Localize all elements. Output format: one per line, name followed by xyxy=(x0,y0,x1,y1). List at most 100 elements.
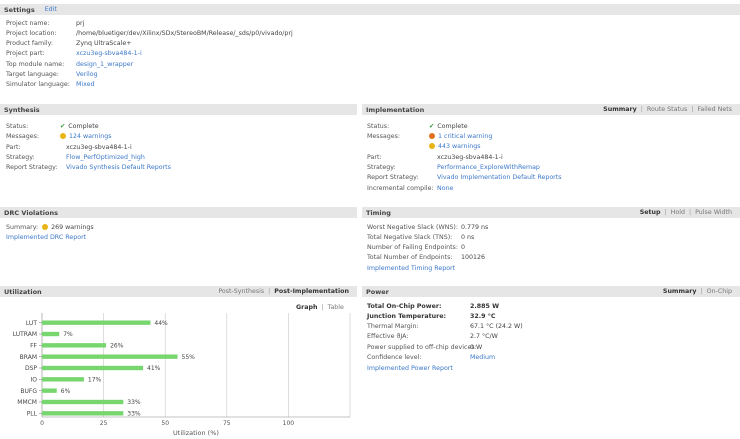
synthesis-status-label: Status: xyxy=(6,122,29,130)
timing-title: Timing xyxy=(366,208,391,217)
settings-row-1-value: /home/bluetiger/dev/Xilinx/SDx/StereoBM/… xyxy=(76,29,293,37)
settings-row-0-label: Project name: xyxy=(6,19,50,27)
power-row-0-value: 2.885 W xyxy=(470,302,500,310)
settings-row-5: Target language: Verilog xyxy=(6,70,98,80)
bar-lutram xyxy=(42,331,60,337)
power-title: Power xyxy=(366,287,389,296)
bar-io xyxy=(42,377,84,382)
tab-post-implementation[interactable]: Post-Implementation xyxy=(270,288,353,295)
timing-row-0: Worst Negative Slack (WNS): 0.779 ns xyxy=(367,222,488,232)
power-row-0-label: Total On-Chip Power: xyxy=(367,302,442,310)
bar-value-label: 17% xyxy=(88,377,102,384)
timing-row-2: Number of Failing Endpoints: 0 xyxy=(367,243,465,253)
power-report-row: Implemented Power Report xyxy=(367,363,453,373)
settings-row-0-value: prj xyxy=(76,19,85,27)
tab-power-summary[interactable]: Summary xyxy=(659,288,701,295)
impl-report-link[interactable]: Vivado Implementation Default Reports xyxy=(437,174,562,181)
settings-row-1-label: Project location: xyxy=(6,29,57,37)
power-report-link[interactable]: Implemented Power Report xyxy=(367,365,453,372)
power-row-4-value: 0 W xyxy=(470,343,483,351)
timing-row-3-value: 100126 xyxy=(461,254,486,262)
bar-value-label: 6% xyxy=(61,388,71,395)
synthesis-messages-label: Messages: xyxy=(6,132,40,140)
bar-value-label: 7% xyxy=(63,331,73,338)
drc-report-row: Implemented DRC Report xyxy=(6,232,86,242)
bar-pll xyxy=(42,411,124,416)
bar-value-label: 55% xyxy=(182,354,196,361)
settings-header: Settings Edit xyxy=(0,4,740,15)
synthesis-part-row: Part: xczu3eg-sbva484-1-i xyxy=(6,142,132,152)
settings-row-6-value[interactable]: Mixed xyxy=(76,81,95,88)
synthesis-title: Synthesis xyxy=(4,105,40,114)
settings-row-5-value[interactable]: Verilog xyxy=(76,71,98,78)
power-row-1: Junction Temperature: 32.9 °C xyxy=(367,311,496,321)
synthesis-report-label: Report Strategy: xyxy=(6,163,58,171)
drc-summary-label: Summary: xyxy=(6,223,39,231)
bar-value-label: 26% xyxy=(110,343,124,350)
settings-row-3-value[interactable]: xczu3eg-sbva484-1-i xyxy=(76,50,142,57)
bar-value-label: 41% xyxy=(147,365,161,372)
y-tick-label: IO xyxy=(31,377,38,384)
impl-strategy-link[interactable]: Performance_ExploreWithRemap xyxy=(437,164,540,171)
power-row-0: Total On-Chip Power: 2.885 W xyxy=(367,301,499,311)
synthesis-strategy-label: Strategy: xyxy=(6,153,35,161)
drc-header: DRC Violations xyxy=(0,207,357,218)
settings-row-6-label: Simulator language: xyxy=(6,81,70,89)
bar-dsp xyxy=(42,365,144,371)
synthesis-report-row: Report Strategy: Vivado Synthesis Defaul… xyxy=(6,162,171,172)
impl-strategy-label: Strategy: xyxy=(367,163,396,171)
synthesis-part: xczu3eg-sbva484-1-i xyxy=(66,143,132,151)
timing-row-1: Total Negative Slack (TNS): 0 ns xyxy=(367,232,474,242)
utilization-chart: Utilization (%) 0 25 50 75 100 LUT 44% LUTRAM 7%… xyxy=(13,313,351,437)
impl-part: xczu3eg-sbva484-1-i xyxy=(437,153,503,161)
x-tick-label: 25 xyxy=(100,420,108,427)
synthesis-strategy-link[interactable]: Flow_PerfOptimized_high xyxy=(66,154,145,161)
settings-row-4-value[interactable]: design_1_wrapper xyxy=(76,61,133,68)
synthesis-report-link[interactable]: Vivado Synthesis Default Reports xyxy=(66,164,171,171)
check-icon: ✔ xyxy=(429,122,435,130)
tab-pulse-width[interactable]: Pulse Width xyxy=(691,209,736,216)
impl-report-label: Report Strategy: xyxy=(367,173,419,181)
warning-icon xyxy=(429,143,435,149)
settings-edit-link[interactable]: Edit xyxy=(45,6,57,13)
impl-warnings-link[interactable]: 443 warnings xyxy=(438,143,481,150)
power-row-2-label: Thermal Margin: xyxy=(367,323,419,331)
power-row-3-value: 2.7 °C/W xyxy=(470,333,498,341)
settings-row-2-value: Zynq UltraScale+ xyxy=(76,40,132,48)
drc-report-link[interactable]: Implemented DRC Report xyxy=(6,234,86,241)
impl-critical-link[interactable]: 1 critical warning xyxy=(438,133,492,140)
tab-hold[interactable]: Hold xyxy=(667,209,689,216)
synthesis-messages-row: Messages: 124 warnings xyxy=(6,131,112,141)
settings-row-2: Product family: Zynq UltraScale+ xyxy=(6,39,132,49)
bar-value-label: 33% xyxy=(127,411,141,418)
timing-report-link[interactable]: Implemented Timing Report xyxy=(367,265,455,272)
synthesis-messages-link[interactable]: 124 warnings xyxy=(69,133,112,140)
y-tick-label: BRAM xyxy=(20,354,37,361)
impl-incremental-link[interactable]: None xyxy=(437,185,453,192)
drc-summary-row: Summary: 269 warnings xyxy=(6,222,94,232)
y-tick-label: LUT xyxy=(26,320,37,327)
power-row-5-value[interactable]: Medium xyxy=(470,354,495,361)
tab-failed-nets[interactable]: Failed Nets xyxy=(693,106,736,113)
power-row-2-value: 67.1 °C (24.2 W) xyxy=(470,323,523,331)
y-tick-label: LUTRAM xyxy=(13,331,37,338)
impl-strategy-row: Strategy: Performance_ExploreWithRemap xyxy=(367,162,540,172)
timing-row-1-value: 0 ns xyxy=(461,233,475,241)
impl-incremental-label: Incremental compile: xyxy=(367,184,434,192)
settings-row-6: Simulator language: Mixed xyxy=(6,80,95,90)
timing-row-3: Total Number of Endpoints: 100126 xyxy=(367,253,485,263)
power-row-5-label: Confidence level: xyxy=(367,354,422,361)
tab-route-status[interactable]: Route Status xyxy=(643,106,691,113)
x-tick-label: 50 xyxy=(161,420,169,427)
tab-post-synthesis[interactable]: Post-Synthesis xyxy=(214,288,268,295)
settings-row-4: Top module name: design_1_wrapper xyxy=(6,59,133,69)
utilization-header: Utilization Post-Synthesis | Post-Implem… xyxy=(0,286,357,297)
tab-on-chip[interactable]: On-Chip xyxy=(703,288,736,295)
impl-messages-row: Messages: 1 critical warning xyxy=(367,131,492,141)
chart-x-axis-label: Utilization (%) xyxy=(173,429,219,437)
timing-row-0-value: 0.779 ns xyxy=(461,223,489,231)
synthesis-part-label: Part: xyxy=(6,143,21,151)
tab-setup[interactable]: Setup xyxy=(636,209,665,216)
tab-impl-summary[interactable]: Summary xyxy=(599,106,641,113)
timing-header: Timing Setup | Hold | Pulse Width xyxy=(362,207,740,218)
